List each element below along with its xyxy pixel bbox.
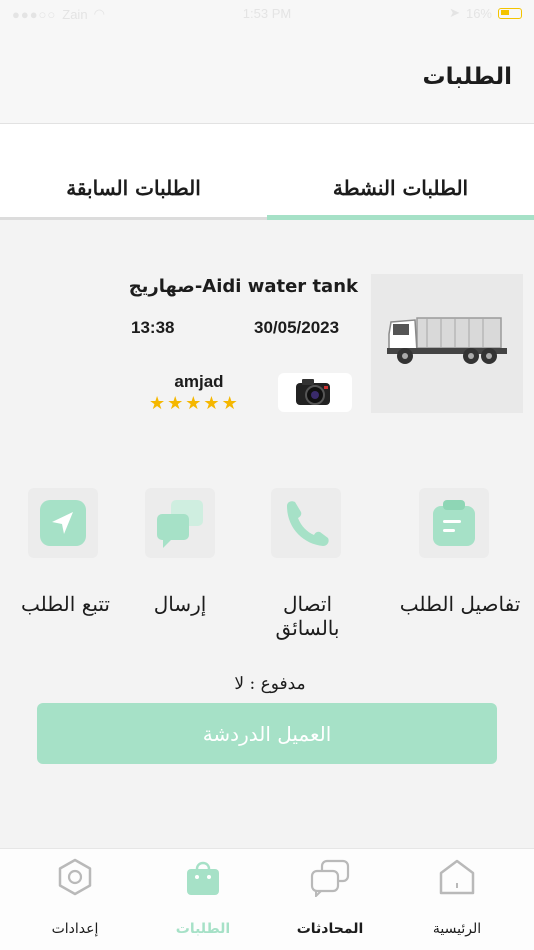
nav-chats[interactable]: المحادثات (275, 849, 385, 950)
star-icon: ★ (185, 393, 202, 414)
status-right: ➤ 16% (449, 5, 522, 21)
chat-icon (310, 859, 350, 897)
order-date: 30/05/2023 (254, 318, 340, 337)
send-label: إرسال (153, 592, 207, 616)
star-icon: ★ (167, 393, 184, 414)
bag-icon (187, 861, 219, 895)
nav-settings[interactable]: إعدادات (20, 849, 130, 950)
order-details-button[interactable] (419, 488, 489, 558)
nav-chats-label: المحادثات (296, 921, 364, 937)
truck-image (371, 274, 523, 413)
chat-bubbles-icon (157, 500, 203, 548)
service-name: صهاريج-Aidi water tank (128, 276, 358, 297)
tab-previous-orders[interactable]: الطلبات السابقة (0, 176, 267, 200)
nav-orders[interactable]: الطلبات (148, 849, 258, 950)
phone-icon (287, 501, 329, 546)
nav-orders-label: الطلبات (175, 921, 231, 937)
navigation-arrow-icon (40, 500, 86, 546)
home-icon (439, 859, 475, 895)
order-time: 13:38 (131, 318, 175, 337)
star-icon: ★ (149, 393, 166, 414)
star-icon: ★ (203, 393, 220, 414)
order-details-label: تفاصيل الطلب (399, 592, 521, 616)
nav-settings-label: إعدادات (51, 921, 99, 937)
clipboard-icon (433, 500, 475, 546)
call-driver-button[interactable] (271, 488, 341, 558)
nav-home-label: الرئيسية (432, 921, 482, 937)
track-order-label: تتبع الطلب (21, 592, 110, 616)
settings-hexagon-icon (58, 858, 92, 896)
call-driver-label: اتصال بالسائق (275, 592, 340, 640)
driver-avatar (278, 373, 352, 412)
tab-underline-previous (0, 217, 267, 220)
payment-status: مدفوع : لا (234, 674, 306, 694)
send-button[interactable] (145, 488, 215, 558)
page-title: الطلبات (422, 64, 512, 90)
camera-icon (296, 379, 330, 405)
battery-icon (498, 7, 522, 19)
order-tabs: الطلبات النشطة الطلبات السابقة (0, 124, 534, 220)
tab-active-orders[interactable]: الطلبات النشطة (267, 176, 534, 200)
truck-icon (387, 317, 507, 364)
track-order-button[interactable] (28, 488, 98, 558)
battery-percent: 16% (465, 5, 492, 21)
status-bar: ●●●○○ Zain ◠ 1:53 PM ➤ 16% (0, 0, 534, 28)
driver-name: amjad (174, 372, 224, 391)
location-icon: ➤ (449, 5, 460, 20)
tab-underline-active (267, 215, 534, 220)
chat-client-button[interactable]: العميل الدردشة (37, 703, 497, 764)
bottom-nav: الرئيسية المحادثات الطلبات إعدادات (0, 848, 534, 950)
page-header: الطلبات (0, 28, 534, 124)
driver-rating: ★ ★ ★ ★ ★ (149, 394, 238, 414)
star-icon: ★ (221, 393, 238, 414)
nav-home[interactable]: الرئيسية (402, 849, 512, 950)
